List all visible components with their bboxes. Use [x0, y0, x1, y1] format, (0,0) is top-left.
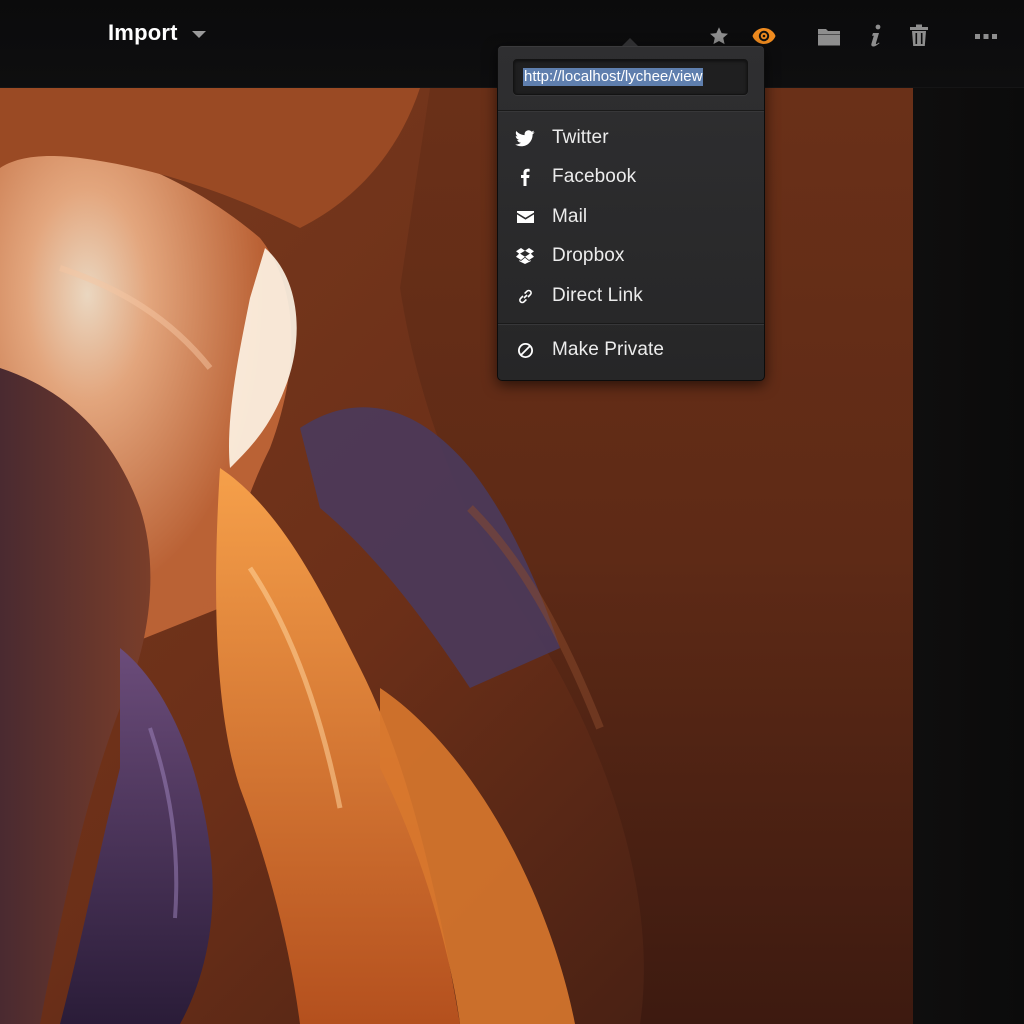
viewer-margin: [913, 88, 1024, 1024]
star-icon: [710, 27, 728, 45]
dropdown-arrow: [622, 38, 638, 46]
link-icon: [498, 288, 552, 305]
mail-icon: [498, 211, 552, 223]
share-dropdown: http://localhost/lychee/view Twitter Fac…: [497, 38, 765, 381]
share-mail-label: Mail: [552, 206, 588, 227]
info-button[interactable]: [862, 22, 890, 50]
chevron-down-icon: [191, 30, 206, 38]
private-icon: [498, 342, 552, 359]
share-direct-link-item[interactable]: Direct Link: [498, 278, 764, 314]
delete-button[interactable]: [905, 22, 933, 50]
share-facebook-label: Facebook: [552, 166, 637, 187]
share-url-text[interactable]: http://localhost/lychee/view: [523, 68, 704, 86]
album-title-dropdown[interactable]: Import: [108, 20, 206, 46]
eye-icon: [752, 28, 776, 44]
app-window: Import http://localhost/lychee/view Twit…: [0, 0, 1024, 1024]
dropbox-icon: [498, 248, 552, 264]
share-direct-link-label: Direct Link: [552, 285, 643, 306]
share-twitter-label: Twitter: [552, 127, 609, 148]
make-private-item[interactable]: Make Private: [498, 332, 764, 368]
photo-canyon: [0, 88, 913, 1024]
share-mail-item[interactable]: Mail: [498, 199, 764, 235]
twitter-icon: [498, 129, 552, 147]
share-dropbox-item[interactable]: Dropbox: [498, 238, 764, 274]
divider: [498, 323, 764, 325]
divider: [498, 110, 764, 112]
facebook-icon: [498, 168, 552, 186]
make-private-label: Make Private: [552, 339, 665, 360]
folder-icon: [818, 29, 840, 46]
trash-icon: [910, 24, 928, 46]
more-icon: [975, 34, 997, 39]
album-title: Import: [108, 20, 178, 45]
move-button[interactable]: [815, 22, 843, 50]
share-dropbox-label: Dropbox: [552, 245, 625, 266]
share-twitter-item[interactable]: Twitter: [498, 120, 764, 156]
more-button[interactable]: [972, 22, 1000, 50]
share-facebook-item[interactable]: Facebook: [498, 159, 764, 195]
share-url-field[interactable]: http://localhost/lychee/view: [513, 59, 748, 95]
info-icon: [871, 24, 881, 47]
